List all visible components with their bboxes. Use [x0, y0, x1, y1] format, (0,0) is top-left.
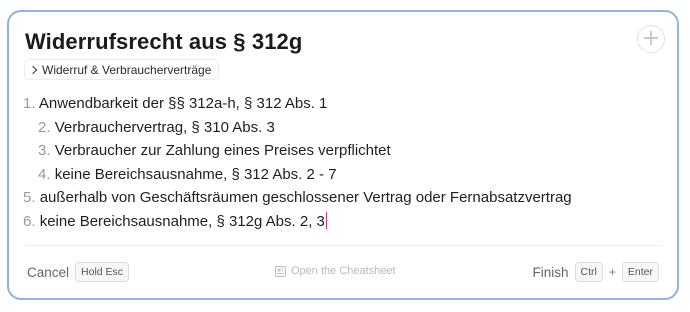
finish-shortcut-key-ctrl: Ctrl: [574, 262, 603, 282]
breadcrumb[interactable]: Widerruf & Verbraucherverträge: [24, 59, 220, 80]
outline-item-text: keine Bereichsausnahme, § 312 Abs. 2 - 7: [54, 165, 337, 183]
breadcrumb-label: Widerruf & Verbraucherverträge: [42, 62, 212, 77]
outline-item-number: 3.: [38, 142, 51, 159]
outline-item-number: 2.: [38, 118, 51, 136]
outline-item-number: 4.: [38, 165, 51, 183]
cancel-button[interactable]: Cancel Hold Esc: [27, 262, 130, 282]
cheatsheet-label: Open the Cheatsheet: [291, 265, 396, 277]
outline-editor[interactable]: 1. Anwendbarkeit der §§ 312a-h, § 312 Ab…: [23, 92, 572, 233]
cancel-shortcut-key: Hold Esc: [75, 262, 130, 282]
outline-item[interactable]: 1. Anwendbarkeit der §§ 312a-h, § 312 Ab…: [23, 92, 572, 116]
finish-shortcut-key-enter: Enter: [621, 262, 659, 282]
outline-item-number: 6.: [23, 212, 36, 230]
outline-item-text: Verbraucher zur Zahlung eines Preises ve…: [54, 142, 391, 159]
outline-item[interactable]: 5. außerhalb von Geschäftsräumen geschlo…: [23, 186, 572, 210]
shortcut-plus: +: [608, 265, 616, 279]
outline-item-text: Verbrauchervertrag, § 310 Abs. 3: [54, 118, 275, 136]
outline-item[interactable]: 4. keine Bereichsausnahme, § 312 Abs. 2 …: [23, 163, 572, 187]
outline-item[interactable]: 3. Verbraucher zur Zahlung eines Preises…: [23, 139, 572, 163]
finish-button[interactable]: Finish Ctrl + Enter: [533, 262, 659, 282]
finish-label: Finish: [532, 264, 569, 280]
open-cheatsheet-button[interactable]: Open the Cheatsheet: [275, 265, 396, 277]
outline-dialog: Widerrufsrecht aus § 312g + Widerruf & V…: [7, 10, 679, 300]
text-caret: [325, 211, 328, 229]
outline-item[interactable]: 6. keine Bereichsausnahme, § 312g Abs. 2…: [23, 210, 572, 234]
outline-item[interactable]: 2. Verbrauchervertrag, § 310 Abs. 3: [23, 116, 572, 140]
outline-item-text: Anwendbarkeit der §§ 312a-h, § 312 Abs. …: [38, 95, 328, 112]
cancel-label: Cancel: [27, 264, 70, 280]
outline-item-number: 5.: [23, 189, 36, 206]
dialog-footer: Cancel Hold Esc Open the Cheatsheet Fini…: [27, 262, 659, 284]
footer-divider: [25, 245, 661, 246]
cheatsheet-icon: [275, 265, 286, 277]
add-icon[interactable]: +: [637, 25, 665, 53]
outline-item-number: 1.: [23, 95, 36, 112]
dialog-title: Widerrufsrecht aus § 312g: [25, 29, 303, 54]
outline-item-text: keine Bereichsausnahme, § 312g Abs. 2, 3: [39, 212, 325, 230]
outline-item-text: außerhalb von Geschäftsräumen geschlosse…: [39, 189, 572, 206]
chevron-right-icon: [28, 65, 38, 75]
